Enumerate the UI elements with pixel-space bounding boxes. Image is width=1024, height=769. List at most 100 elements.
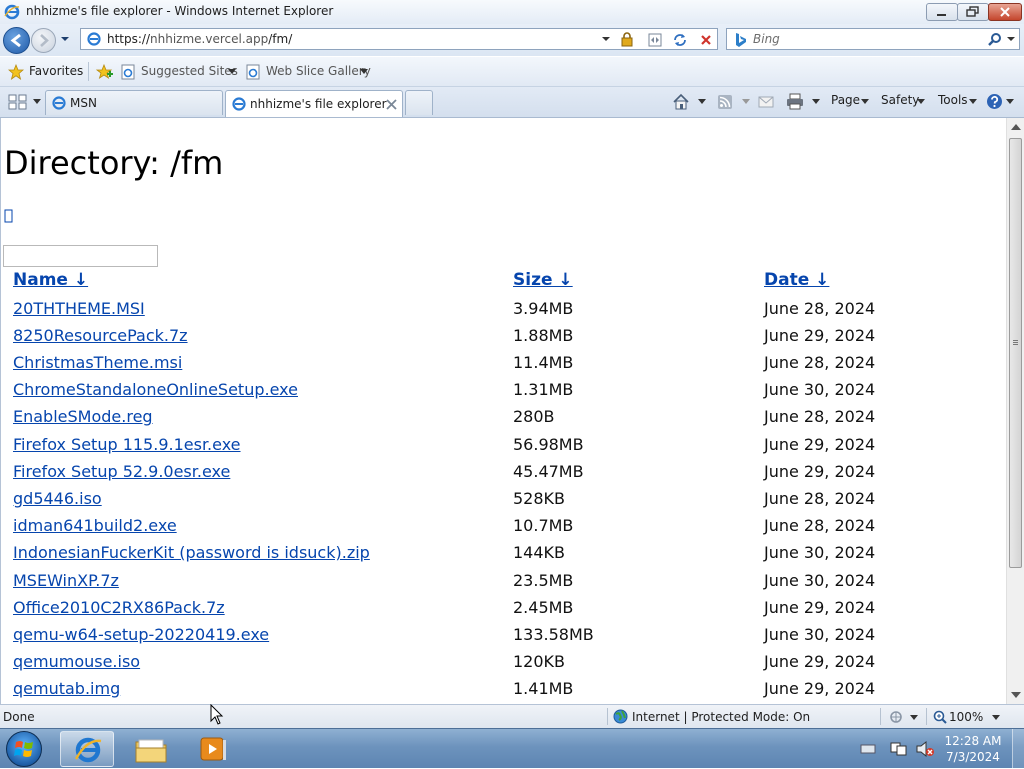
- volume-muted-icon[interactable]: [915, 740, 935, 758]
- file-date: June 29, 2024: [764, 679, 876, 698]
- sort-by-date-header[interactable]: Date ↓: [764, 270, 829, 290]
- file-link[interactable]: qemumouse.iso: [13, 652, 140, 671]
- start-button[interactable]: [6, 731, 42, 767]
- file-link[interactable]: IndonesianFuckerKit (password is idsuck)…: [13, 543, 370, 562]
- help-icon[interactable]: [986, 93, 1003, 110]
- back-button[interactable]: [3, 27, 30, 54]
- suggested-sites-link[interactable]: Suggested Sites: [141, 64, 238, 78]
- file-link[interactable]: Firefox Setup 115.9.1esr.exe: [13, 435, 241, 454]
- recent-pages-dropdown-icon[interactable]: [58, 32, 72, 46]
- print-dropdown-icon[interactable]: [811, 98, 821, 106]
- web-slice-dropdown-icon[interactable]: [359, 68, 369, 76]
- file-link[interactable]: 8250ResourcePack.7z: [13, 326, 188, 345]
- search-box[interactable]: Bing: [726, 28, 1020, 50]
- scroll-up-arrow-icon[interactable]: [1011, 124, 1021, 130]
- status-divider: [880, 708, 881, 725]
- file-link[interactable]: 20THTHEME.MSI: [13, 299, 145, 318]
- close-window-button[interactable]: [988, 3, 1022, 21]
- sort-by-name-header[interactable]: Name ↓: [13, 270, 88, 290]
- safety-menu[interactable]: Safety: [881, 93, 919, 107]
- file-link[interactable]: qemutab.img: [13, 679, 120, 698]
- lock-icon[interactable]: [619, 31, 635, 47]
- suggested-sites-icon: [121, 64, 135, 80]
- safety-menu-dropdown-icon[interactable]: [916, 98, 926, 106]
- rss-icon[interactable]: [717, 94, 733, 110]
- tools-menu-dropdown-icon[interactable]: [968, 98, 978, 106]
- action-center-icon[interactable]: [860, 742, 876, 756]
- vertical-scrollbar[interactable]: [1006, 118, 1024, 704]
- page-menu[interactable]: Page: [831, 93, 860, 107]
- file-row: ChromeStandaloneOnlineSetup.exe 1.31MB J…: [1, 380, 1001, 407]
- tab-list-dropdown-icon[interactable]: [32, 98, 42, 106]
- stop-icon[interactable]: [698, 32, 714, 48]
- tab-file-explorer[interactable]: nhhizme's file explorer: [225, 90, 403, 117]
- file-link[interactable]: gd5446.iso: [13, 489, 102, 508]
- home-dropdown-icon[interactable]: [697, 98, 707, 106]
- file-date: June 30, 2024: [764, 625, 876, 644]
- file-row: 8250ResourcePack.7z 1.88MB June 29, 2024: [1, 326, 1001, 353]
- address-dropdown-icon[interactable]: [601, 34, 611, 44]
- forward-button[interactable]: [31, 28, 56, 53]
- file-link[interactable]: ChristmasTheme.msi: [13, 353, 182, 372]
- home-icon[interactable]: [672, 93, 690, 110]
- file-row: gd5446.iso 528KB June 28, 2024: [1, 489, 1001, 516]
- taskbar-ie-button[interactable]: [60, 731, 114, 767]
- minimize-button[interactable]: [926, 3, 958, 21]
- new-tab-button[interactable]: [405, 90, 433, 115]
- taskbar-explorer-button[interactable]: [124, 731, 178, 767]
- file-date: June 30, 2024: [764, 571, 876, 590]
- sort-by-size-header[interactable]: Size ↓: [513, 270, 573, 290]
- missing-glyph-icon: [4, 209, 13, 223]
- suggested-sites-dropdown-icon[interactable]: [227, 68, 237, 76]
- address-bar[interactable]: https://nhhizme.vercel.app/fm/: [80, 28, 718, 50]
- file-size: 56.98MB: [513, 435, 584, 454]
- zoom-level[interactable]: 100%: [949, 710, 983, 724]
- favorites-button[interactable]: Favorites: [29, 64, 83, 78]
- restore-button[interactable]: [957, 3, 989, 21]
- network-icon[interactable]: [889, 740, 907, 758]
- taskbar-media-player-button[interactable]: [186, 731, 240, 767]
- refresh-icon[interactable]: [672, 32, 688, 48]
- quick-tabs-icon[interactable]: [8, 94, 28, 110]
- ie-icon: [4, 4, 20, 20]
- file-size: 10.7MB: [513, 516, 574, 535]
- file-link[interactable]: EnableSMode.reg: [13, 407, 153, 426]
- page-content: Directory: /fm Name ↓ Size ↓ Date ↓ 20TH…: [0, 118, 1006, 704]
- scrollbar-thumb[interactable]: [1009, 138, 1022, 568]
- add-to-favorites-icon[interactable]: [96, 63, 114, 81]
- file-link[interactable]: Firefox Setup 52.9.0esr.exe: [13, 462, 230, 481]
- print-icon[interactable]: [786, 93, 804, 110]
- file-row: Office2010C2RX86Pack.7z 2.45MB June 29, …: [1, 598, 1001, 625]
- zoom-dropdown-icon[interactable]: [991, 714, 1001, 722]
- parent-directory-link[interactable]: [4, 207, 13, 226]
- mouse-cursor-icon: [210, 704, 224, 725]
- file-link[interactable]: qemu-w64-setup-20220419.exe: [13, 625, 269, 644]
- protected-mode-icon[interactable]: [887, 710, 905, 724]
- file-date: June 28, 2024: [764, 516, 876, 535]
- web-slice-gallery-link[interactable]: Web Slice Gallery: [266, 64, 371, 78]
- show-desktop-button[interactable]: [1012, 729, 1024, 769]
- mail-icon[interactable]: [758, 95, 774, 109]
- tab-msn[interactable]: MSN: [45, 90, 223, 115]
- help-dropdown-icon[interactable]: [1005, 98, 1015, 106]
- scroll-down-arrow-icon[interactable]: [1011, 692, 1021, 698]
- file-link[interactable]: idman641build2.exe: [13, 516, 177, 535]
- file-link[interactable]: MSEWinXP.7z: [13, 571, 119, 590]
- tools-menu[interactable]: Tools: [938, 93, 968, 107]
- page-menu-dropdown-icon[interactable]: [860, 98, 870, 106]
- protected-mode-dropdown-icon[interactable]: [909, 714, 919, 722]
- system-clock[interactable]: 12:28 AM 7/3/2024: [944, 733, 1002, 765]
- search-options-dropdown-icon[interactable]: [1006, 34, 1016, 44]
- file-size: 144KB: [513, 543, 566, 562]
- security-zone[interactable]: Internet | Protected Mode: On: [632, 710, 810, 724]
- file-link[interactable]: ChromeStandaloneOnlineSetup.exe: [13, 380, 298, 399]
- compatibility-view-icon[interactable]: [647, 32, 663, 48]
- feeds-dropdown-icon[interactable]: [741, 98, 751, 106]
- title-bar[interactable]: nhhizme's file explorer - Windows Intern…: [0, 0, 1024, 24]
- file-link[interactable]: Office2010C2RX86Pack.7z: [13, 598, 225, 617]
- search-icon[interactable]: [988, 32, 1002, 46]
- filter-input[interactable]: [3, 245, 158, 267]
- zoom-icon[interactable]: [933, 710, 947, 724]
- close-tab-icon[interactable]: [386, 99, 397, 110]
- address-url[interactable]: https://nhhizme.vercel.app/fm/: [107, 32, 292, 46]
